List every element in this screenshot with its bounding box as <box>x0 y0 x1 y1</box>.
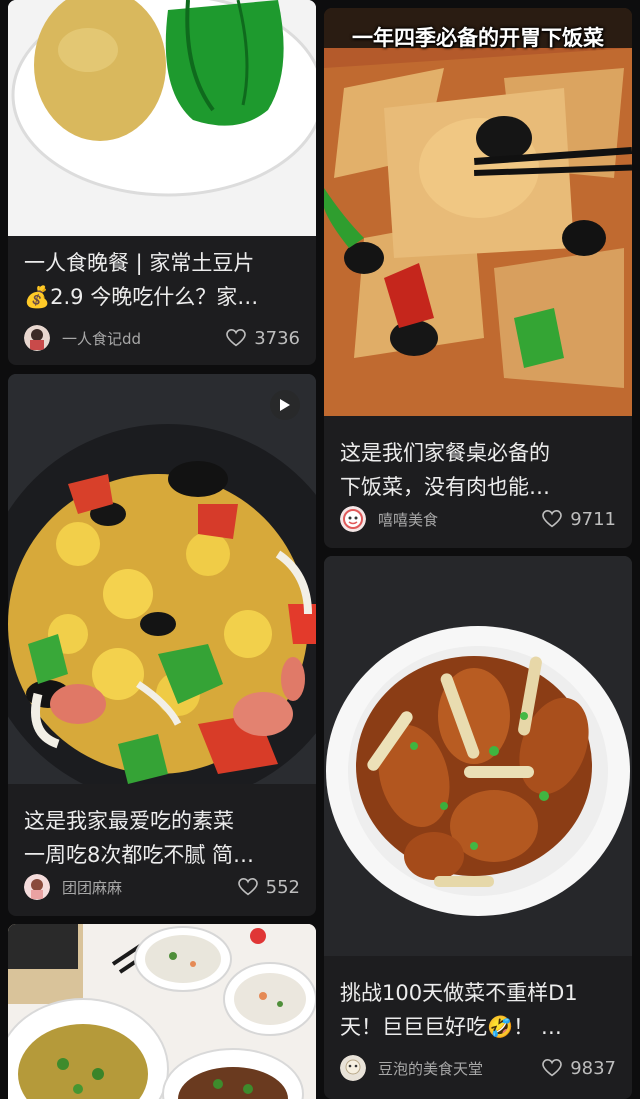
author-avatar[interactable] <box>24 874 50 900</box>
post-title-line1: 这是我们家餐桌必备的 <box>340 441 550 465</box>
post-card-potato[interactable]: 一人食晚餐 | 家常土豆片 💰2.9 今晚吃什么？家… 一人食记dd 3736 <box>8 0 316 365</box>
heart-icon <box>237 878 258 896</box>
tofu-skin-dish-photo <box>324 8 632 416</box>
like-button[interactable]: 9837 <box>542 1058 616 1079</box>
author-name[interactable]: 团团麻麻 <box>62 877 238 898</box>
heart-icon <box>542 1059 563 1077</box>
post-card-congee-meal[interactable] <box>8 924 316 1099</box>
potato-pepper-photo <box>8 0 316 236</box>
like-count: 3736 <box>254 327 300 349</box>
post-cover-image[interactable] <box>324 556 632 956</box>
heart-icon <box>542 510 563 528</box>
post-title-line1: 这是我家最爱吃的素菜 <box>24 809 234 833</box>
post-cover-image[interactable] <box>8 924 316 1099</box>
author-name[interactable]: 一人食记dd <box>62 328 226 349</box>
post-card-egg-veggie[interactable]: 这是我家最爱吃的素菜 一周吃8次都吃不腻 简… 团团麻麻 552 <box>8 374 316 916</box>
egg-veggie-stirfry-photo <box>8 374 316 784</box>
like-button[interactable]: 3736 <box>226 328 300 349</box>
chicken-wings-plate-photo <box>324 556 632 956</box>
like-count: 552 <box>265 876 300 898</box>
author-name[interactable]: 嘻嘻美食 <box>378 509 542 530</box>
heart-icon <box>226 329 247 347</box>
post-title-line2: 💰2.9 今晚吃什么？家… <box>24 285 259 309</box>
post-title-line2: 下饭菜，没有肉也能… <box>340 475 550 499</box>
post-cover-image[interactable] <box>8 0 316 236</box>
author-avatar[interactable] <box>340 1055 366 1081</box>
like-count: 9711 <box>570 508 616 530</box>
author-avatar[interactable] <box>340 506 366 532</box>
post-title-line2: 一周吃8次都吃不腻 简… <box>24 843 255 867</box>
author-name[interactable]: 豆泡的美食天堂 <box>378 1058 542 1079</box>
post-card-chicken-wings[interactable]: 挑战100天做菜不重样D1 天！巨巨巨好吃🤣！ … 豆泡的美食天堂 9837 <box>324 556 632 1099</box>
like-button[interactable]: 9711 <box>542 509 616 530</box>
post-card-tofu-skin[interactable]: 一年四季必备的开胃下饭菜 这是我们家餐桌必备的 下饭菜，没有肉也能… 嘻嘻美食 … <box>324 8 632 548</box>
like-button[interactable]: 552 <box>237 876 300 898</box>
cover-overlay-text: 一年四季必备的开胃下饭菜 <box>352 26 604 50</box>
post-cover-image[interactable] <box>8 374 316 784</box>
video-play-icon[interactable] <box>270 390 300 420</box>
post-title-line1: 挑战100天做菜不重样D1 <box>340 981 578 1005</box>
like-count: 9837 <box>570 1057 616 1079</box>
post-title-line2: 天！巨巨巨好吃🤣！ … <box>340 1015 562 1039</box>
post-cover-image[interactable]: 一年四季必备的开胃下饭菜 <box>324 8 632 416</box>
congee-meal-photo <box>8 924 316 1099</box>
author-avatar[interactable] <box>24 325 50 351</box>
post-title-line1: 一人食晚餐 | 家常土豆片 <box>24 251 255 275</box>
